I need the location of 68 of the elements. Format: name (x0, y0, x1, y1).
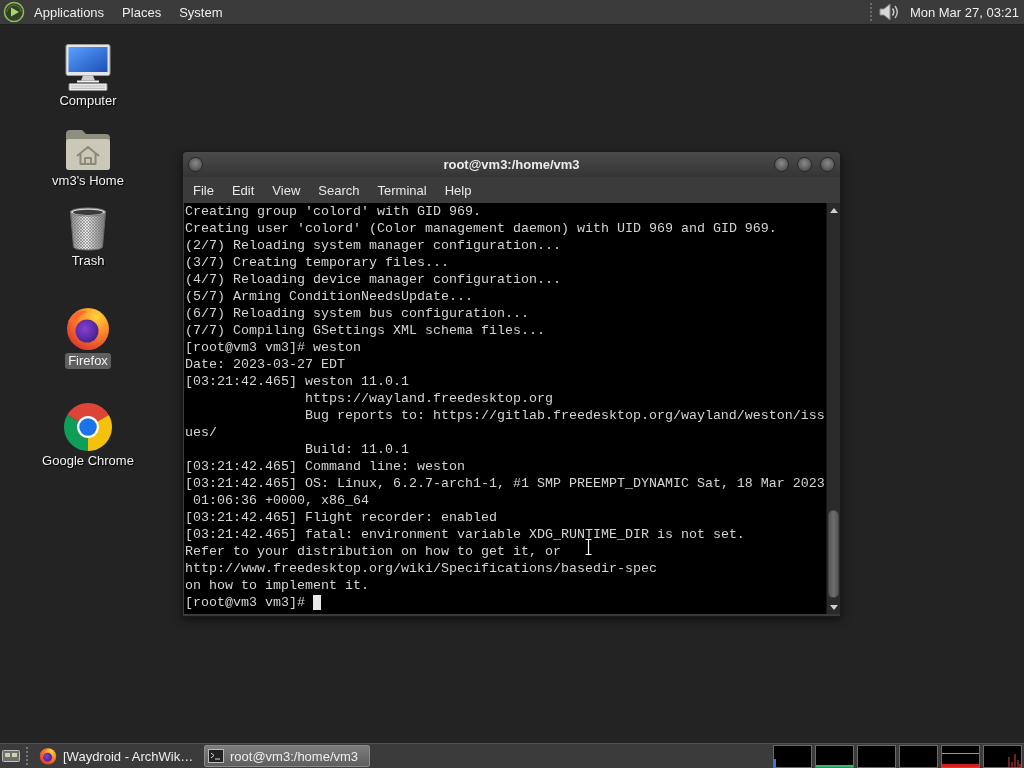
terminal-line: (4/7) Reloading device manager configuration... (185, 271, 561, 288)
terminal-line: http://www.freedesktop.org/wiki/Specifications/basedir-spec (185, 560, 657, 577)
desktop-icon-label[interactable]: vm3's Home (49, 173, 127, 189)
block-cursor-icon (313, 595, 321, 610)
terminal-line: Bug reports to: https://gitlab.freedesktop.org/wayland/weston/iss (304, 407, 825, 424)
terminal-line: [03:21:42.465] Flight recorder: enabled (185, 509, 497, 526)
panel-menu[interactable]: Applications (25, 1, 114, 23)
menu-item[interactable]: View (263, 179, 310, 201)
terminal-line: ues/ (185, 424, 217, 441)
desktop-icon-label[interactable]: Google Chrome (39, 453, 137, 469)
terminal-line: [03:21:42.465] OS: Linux, 6.2.7-arch1-1, #1 SMP PREEMPT_DYNAMIC Sat, 18 Mar 2023 (185, 475, 825, 492)
panel-menu[interactable]: System (170, 1, 232, 23)
monitor-graph-drawing (773, 744, 812, 768)
terminal-line: [03:21:42.465] Command line: weston (185, 458, 465, 475)
terminal-line: Date: 2023-03-27 EDT (185, 356, 345, 373)
i-beam-pointer-icon (584, 538, 593, 556)
monitor-graph-drawing (857, 744, 896, 768)
terminal-line: Creating user 'colord' (Color management daemon) with UID 969 and GID 969. (185, 220, 777, 237)
chrome-icon[interactable] (64, 403, 112, 451)
menu-item[interactable]: Search (309, 179, 369, 201)
terminal-line: [03:21:42.465] weston 11.0.1 (185, 373, 409, 390)
firefox-icon (39, 747, 57, 765)
scrollbar-thumb[interactable] (828, 510, 839, 598)
terminal-line: (7/7) Compiling GSettings XML schema files... (185, 322, 545, 339)
show-desktop-icon[interactable] (2, 748, 20, 764)
home-folder-icon[interactable] (65, 129, 111, 171)
close-button[interactable] (820, 157, 835, 172)
logo-icon[interactable] (3, 1, 25, 23)
maximize-button[interactable] (797, 157, 812, 172)
terminal-line: 01:06:36 +0000, x86_64 (193, 492, 369, 509)
scrollbar[interactable] (826, 203, 840, 614)
terminal-prompt: [root@vm3 vm3]# (185, 594, 305, 611)
monitor-graph-drawing (941, 744, 980, 768)
taskbar-button[interactable]: root@vm3:/home/vm3 (204, 745, 370, 767)
desktop-icon-label[interactable]: Firefox (65, 353, 111, 369)
terminal-line: (3/7) Creating temporary files... (185, 254, 449, 271)
terminal-line: (6/7) Reloading system bus configuration... (185, 305, 529, 322)
speaker-icon[interactable] (878, 1, 899, 23)
monitor-icon[interactable] (64, 44, 112, 91)
window-menu-button[interactable] (188, 157, 203, 172)
desktop-icon-label[interactable]: Trash (68, 253, 108, 269)
monitor-graph-drawing (983, 744, 1022, 768)
terminal-line: (2/7) Reloading system manager configuration... (185, 237, 561, 254)
terminal-line: Refer to your distribution on how to get it, or (185, 543, 561, 560)
desktop-icon-label[interactable]: Computer (56, 93, 120, 109)
terminal-line: Creating group 'colord' with GID 969. (185, 203, 481, 220)
menu-item[interactable]: File (184, 179, 223, 201)
window-title: root@vm3:/home/vm3 (443, 157, 580, 172)
clock[interactable]: Mon Mar 27, 03:21 (909, 4, 1019, 20)
trash-icon[interactable] (69, 207, 107, 251)
panel-menu[interactable]: Places (113, 1, 171, 23)
terminal-line: on how to implement it. (185, 577, 369, 594)
terminal-line: https://wayland.freedesktop.org (304, 390, 553, 407)
scroll-down-arrow-icon[interactable] (829, 604, 838, 610)
firefox-icon[interactable] (65, 305, 111, 351)
menu-item[interactable]: Help (435, 179, 481, 201)
monitor-graph-drawing (815, 744, 854, 768)
terminal-icon (208, 749, 224, 763)
scroll-up-arrow-icon[interactable] (829, 207, 838, 213)
taskbar-button[interactable]: [Waydroid - ArchWik… (35, 745, 201, 767)
monitor-graph-drawing (899, 744, 938, 768)
terminal-line: [03:21:42.465] fatal: environment variable XDG_RUNTIME_DIR is not set. (185, 526, 745, 543)
terminal-line: (5/7) Arming ConditionNeedsUpdate... (185, 288, 473, 305)
minimize-button[interactable] (774, 157, 789, 172)
menu-item[interactable]: Edit (222, 179, 264, 201)
terminal-line: [root@vm3 vm3]# weston (185, 339, 361, 356)
terminal-line: Build: 11.0.1 (304, 441, 409, 458)
menu-item[interactable]: Terminal (368, 179, 436, 201)
